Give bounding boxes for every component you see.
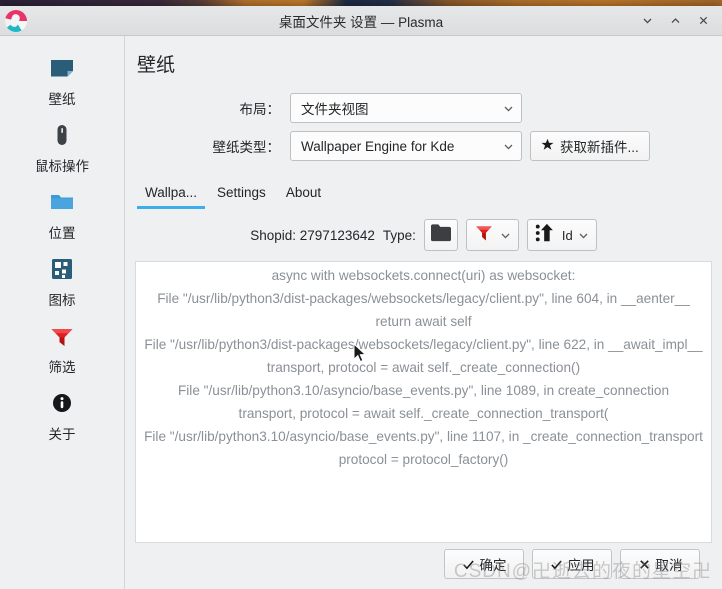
tab-about[interactable]: About bbox=[278, 181, 329, 209]
log-line: File "/usr/lib/python3.10/asyncio/base_e… bbox=[144, 429, 703, 444]
wallpaper-type-label: 壁纸类型： bbox=[212, 140, 281, 155]
chevron-down-icon bbox=[502, 102, 515, 115]
star-icon bbox=[541, 138, 554, 154]
tab-wallpaper[interactable]: Wallpa... bbox=[137, 181, 206, 209]
layout-label: 布局： bbox=[239, 102, 281, 117]
get-new-plugins-button[interactable]: 获取新插件... bbox=[530, 131, 650, 161]
cancel-button-label: 取消 bbox=[655, 558, 683, 573]
minimize-button[interactable] bbox=[634, 9, 660, 33]
ok-button[interactable]: 确定 bbox=[444, 549, 524, 579]
log-line: File "/usr/lib/python3/dist-packages/web… bbox=[157, 291, 690, 306]
info-icon bbox=[45, 386, 79, 420]
check-icon bbox=[462, 558, 475, 571]
close-button[interactable] bbox=[690, 9, 716, 33]
settings-window: 桌面文件夹 设置 — Plasma 壁纸 鼠标操作 位置 图标 筛选 关于 壁纸… bbox=[0, 6, 722, 589]
log-line: transport, protocol = await self._create… bbox=[238, 406, 609, 421]
apply-button[interactable]: 应用 bbox=[532, 549, 612, 579]
chevron-down-icon bbox=[502, 140, 515, 153]
get-new-plugins-label: 获取新插件... bbox=[560, 140, 639, 155]
window-titlebar[interactable]: 桌面文件夹 设置 — Plasma bbox=[0, 6, 722, 36]
plugin-toolbar: Shopid: 2797123642 Type: Id bbox=[135, 219, 712, 251]
folder-dark-icon bbox=[430, 223, 452, 248]
log-line: async with websockets.connect(uri) as we… bbox=[271, 268, 576, 283]
layout-select[interactable]: 文件夹视图 bbox=[290, 93, 522, 123]
sort-field-label: Id bbox=[561, 227, 573, 243]
apply-button-label: 应用 bbox=[567, 558, 595, 573]
folder-icon bbox=[45, 185, 79, 219]
log-line: return await self bbox=[375, 314, 472, 329]
sidebar-item-label: 鼠标操作 bbox=[35, 159, 89, 174]
page-title: 壁纸 bbox=[137, 55, 176, 76]
close-x-icon bbox=[638, 558, 651, 571]
log-line: protocol = protocol_factory() bbox=[338, 452, 509, 467]
filter-dropdown-button[interactable] bbox=[465, 219, 519, 251]
wallpaper-form: 布局： 文件夹视图 壁纸类型： Wallpaper Engine for Kde bbox=[135, 93, 712, 169]
log-line: File "/usr/lib/python3.10/asyncio/base_e… bbox=[177, 383, 670, 398]
sidebar-item-label: 图标 bbox=[48, 293, 76, 308]
sort-dropdown-button[interactable]: Id bbox=[526, 219, 597, 251]
window-title: 桌面文件夹 设置 — Plasma bbox=[278, 14, 444, 30]
wallpaper-icon bbox=[45, 51, 79, 85]
log-line: transport, protocol = await self._create… bbox=[266, 360, 581, 375]
sidebar-item-wallpaper[interactable]: 壁纸 bbox=[0, 46, 124, 112]
log-line: File "/usr/lib/python3/dist-packages/web… bbox=[144, 337, 703, 352]
layout-row: 布局： 文件夹视图 bbox=[135, 93, 712, 123]
type-folder-button[interactable] bbox=[423, 219, 458, 251]
sidebar-item-label: 壁纸 bbox=[48, 92, 76, 107]
funnel-filter-icon bbox=[45, 319, 79, 353]
shopid-text: Shopid: 2797123642 bbox=[250, 227, 375, 243]
sidebar-item-label: 筛选 bbox=[48, 360, 76, 375]
maximize-button[interactable] bbox=[662, 9, 688, 33]
ok-button-label: 确定 bbox=[479, 558, 507, 573]
error-log-area[interactable]: async with websockets.connect(uri) as we… bbox=[135, 261, 712, 543]
sidebar-item-mouse-actions[interactable]: 鼠标操作 bbox=[0, 113, 124, 179]
plasma-logo-icon bbox=[5, 9, 27, 32]
dialog-buttonbox: 确定 应用 取消 bbox=[135, 543, 712, 589]
funnel-filter-icon bbox=[473, 222, 495, 249]
sort-ascending-icon bbox=[534, 222, 558, 249]
window-controls bbox=[634, 9, 722, 33]
cancel-button[interactable]: 取消 bbox=[620, 549, 700, 579]
sidebar-item-icons[interactable]: 图标 bbox=[0, 247, 124, 313]
chevron-down-icon bbox=[577, 229, 590, 242]
wallpaper-type-select[interactable]: Wallpaper Engine for Kde bbox=[290, 131, 522, 161]
plugin-tabbar: Wallpa... Settings About bbox=[137, 181, 712, 209]
mouse-icon bbox=[45, 118, 79, 152]
sidebar-item-label: 位置 bbox=[48, 226, 76, 241]
window-content: 壁纸 鼠标操作 位置 图标 筛选 关于 壁纸 布局： 文件夹视图 壁纸类型： W… bbox=[0, 36, 722, 589]
chevron-down-icon bbox=[499, 229, 512, 242]
sidebar-item-location[interactable]: 位置 bbox=[0, 180, 124, 246]
layout-select-value: 文件夹视图 bbox=[301, 102, 369, 117]
grid-icons-icon bbox=[45, 252, 79, 286]
settings-sidebar: 壁纸 鼠标操作 位置 图标 筛选 关于 bbox=[0, 36, 125, 589]
wallpaper-type-row: 壁纸类型： Wallpaper Engine for Kde 获取新插件... bbox=[135, 131, 712, 161]
tab-settings[interactable]: Settings bbox=[209, 181, 274, 209]
sidebar-item-label: 关于 bbox=[48, 427, 76, 442]
type-label: Type: bbox=[382, 227, 416, 243]
check-icon bbox=[550, 558, 563, 571]
settings-main-panel: 壁纸 布局： 文件夹视图 壁纸类型： Wallpaper Engine for … bbox=[125, 36, 722, 589]
sidebar-item-filter[interactable]: 筛选 bbox=[0, 314, 124, 380]
sidebar-item-about[interactable]: 关于 bbox=[0, 381, 124, 447]
wallpaper-type-select-value: Wallpaper Engine for Kde bbox=[301, 138, 455, 154]
